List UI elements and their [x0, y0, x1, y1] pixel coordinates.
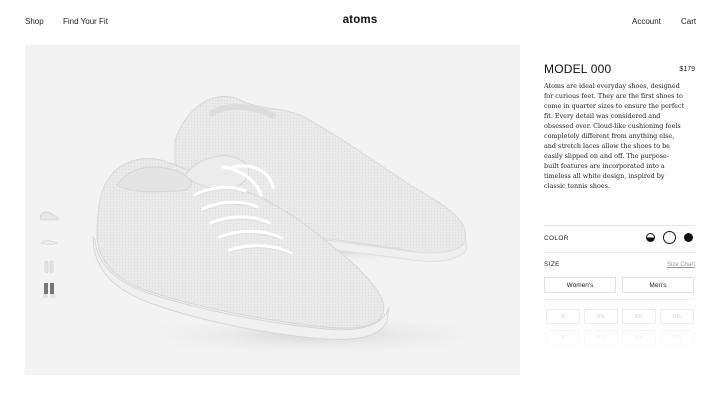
description-line: timeless all white design, inspired by [544, 172, 665, 181]
size-option[interactable]: 5 [546, 309, 580, 324]
size-grid: 5 5¼ 5½ 5¾ 6 6¼ 6½ 6¾ [544, 306, 696, 352]
description-line: fit. Every detail was considered and [544, 112, 661, 121]
logo[interactable]: atoms [343, 14, 378, 26]
description-line: built features are incorporated into a [544, 162, 665, 171]
nav-shop-link[interactable]: Shop [25, 17, 44, 26]
color-swatch-white-icon[interactable] [663, 231, 676, 244]
thumbnail-sole-view[interactable] [38, 232, 60, 250]
thumbnail-side-view[interactable] [38, 206, 60, 224]
nav-account-link[interactable]: Account [632, 17, 661, 26]
product-title: MODEL 000 [544, 62, 612, 76]
divider [544, 252, 695, 253]
tab-womens[interactable]: Women's [544, 277, 616, 293]
shoe-illustration [92, 95, 515, 357]
thumbnail-pair-top-view[interactable] [38, 258, 60, 276]
divider [544, 225, 695, 226]
product-price: $179 [679, 66, 695, 73]
description-line: for curious feet. They are the first sho… [544, 92, 683, 101]
size-option[interactable]: 6 [546, 330, 580, 345]
size-option[interactable]: 5¾ [660, 309, 694, 324]
size-option[interactable]: 6¼ [584, 330, 618, 345]
description-line: Atoms are ideal everyday shoes, designed [544, 82, 680, 90]
nav-find-your-fit-link[interactable]: Find Your Fit [63, 17, 108, 26]
description-line: classic tennis shoes. [544, 182, 610, 191]
size-chart-link[interactable]: Size Chart [660, 262, 695, 268]
size-option[interactable]: 6¾ [660, 330, 694, 345]
description-line: easily slipped on and off. The purpose- [544, 152, 669, 161]
thumbnail-worn-view[interactable] [38, 282, 60, 300]
description-line: obsessed over. Cloud-like cushioning fee… [544, 122, 681, 131]
size-option[interactable]: 5½ [622, 309, 656, 324]
logo-wrapper: atoms [0, 14, 720, 26]
description-line: come in quarter sizes to ensure the perf… [544, 102, 685, 111]
description-line: completely different from anything else, [544, 132, 675, 141]
color-swatch-half-icon[interactable] [646, 233, 655, 242]
product-image [25, 45, 520, 375]
nav-cart-link[interactable]: Cart [681, 17, 696, 26]
size-option[interactable]: 6½ [622, 330, 656, 345]
tab-mens[interactable]: Men's [622, 277, 694, 293]
color-swatch-black-icon[interactable] [684, 233, 693, 242]
size-option[interactable]: 5¼ [584, 309, 618, 324]
divider [544, 299, 695, 300]
product-description: Atoms are ideal everyday shoes, designed… [544, 81, 696, 192]
color-label: COLOR [544, 235, 569, 242]
size-label: SIZE [544, 261, 560, 268]
description-line: and stretch laces allow the shoes to be [544, 142, 670, 151]
